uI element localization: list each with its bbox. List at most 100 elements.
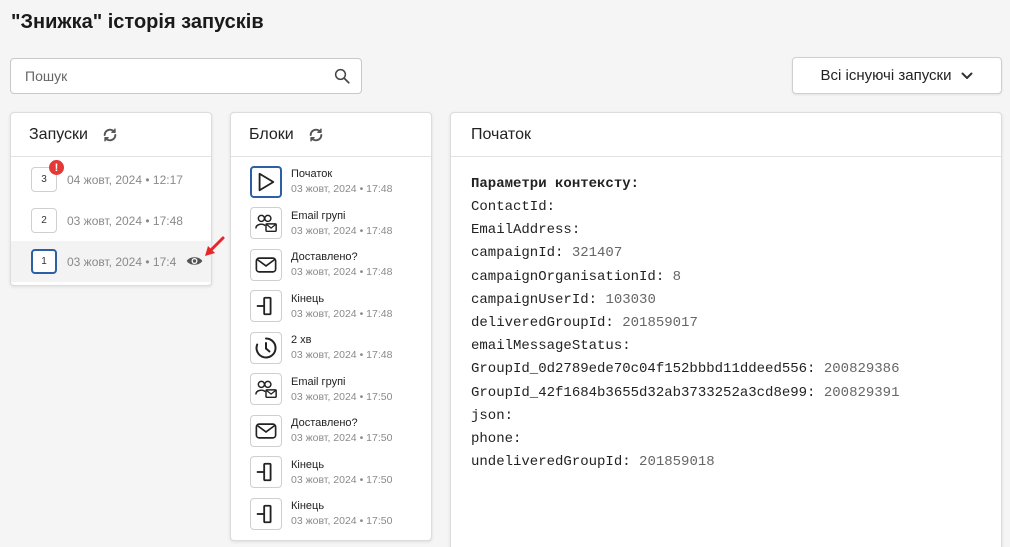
run-number: 3 — [41, 174, 47, 185]
play-icon — [258, 172, 275, 191]
group-email-icon — [255, 380, 277, 399]
context-params: Параметри контексту: ContactId: EmailAdd… — [451, 157, 1001, 490]
block-name: Кінець — [291, 500, 325, 513]
eye-icon[interactable] — [186, 254, 203, 268]
refresh-icon[interactable] — [308, 127, 324, 143]
run-number-badge: 1 — [31, 249, 57, 274]
block-item[interactable]: 2 хв 03 жовт, 2024 • 17:48 — [231, 327, 431, 369]
block-icon-box — [250, 248, 282, 281]
param-key: phone: — [471, 430, 522, 447]
block-icon-box — [250, 456, 282, 489]
block-icon-box — [250, 290, 282, 323]
param-key: undeliveredGroupId: — [471, 454, 631, 471]
details-panel-header: Початок — [451, 113, 1001, 157]
annotation-arrow-icon — [205, 236, 225, 256]
block-name: 2 хв — [291, 334, 312, 347]
run-number-badge: 2 — [31, 208, 57, 233]
refresh-icon[interactable] — [102, 127, 118, 143]
context-param-row: phone: — [471, 428, 981, 451]
block-item[interactable]: Кінець 03 жовт, 2024 • 17:48 — [231, 286, 431, 328]
run-number-badge: 3 ! — [31, 160, 64, 192]
context-param-row: json: — [471, 405, 981, 428]
param-key: campaignId: — [471, 245, 564, 262]
block-date: 03 жовт, 2024 • 17:50 — [291, 390, 393, 403]
context-param-row: EmailAddress: — [471, 219, 981, 242]
context-param-row: undeliveredGroupId: 201859018 — [471, 451, 981, 474]
block-name: Доставлено? — [291, 251, 358, 264]
chevron-down-icon — [961, 72, 973, 79]
block-item[interactable]: Початок 03 жовт, 2024 • 17:48 — [231, 161, 431, 203]
block-name: Доставлено? — [291, 417, 358, 430]
block-name: Email групі — [291, 209, 346, 222]
runs-filter-dropdown[interactable]: Всі існуючі запуски — [792, 57, 1002, 94]
envelope-icon — [255, 257, 277, 273]
block-name: Початок — [291, 168, 333, 181]
context-param-row: campaignUserId: 103030 — [471, 289, 981, 312]
context-param-row: GroupId_42f1684b3655d32ab3733252a3cd8e99… — [471, 382, 981, 405]
block-date: 03 жовт, 2024 • 17:48 — [291, 224, 393, 237]
block-date: 03 жовт, 2024 • 17:50 — [291, 515, 393, 528]
run-date: 04 жовт, 2024 • 12:17 — [67, 172, 183, 187]
block-item[interactable]: Email групі 03 жовт, 2024 • 17:48 — [231, 203, 431, 245]
block-icon-box — [250, 165, 282, 198]
block-name: Email групі — [291, 375, 346, 388]
end-icon — [256, 297, 272, 316]
param-value: 8 — [672, 268, 682, 285]
timer-icon — [255, 337, 277, 359]
run-date: 03 жовт, 2024 • 17:48 — [67, 213, 183, 228]
context-param-row: campaignOrganisationId: 8 — [471, 266, 981, 289]
envelope-icon — [255, 423, 277, 439]
context-param-row: deliveredGroupId: 201859017 — [471, 312, 981, 335]
blocks-panel-header: Блоки — [231, 113, 431, 157]
run-date: 03 жовт, 2024 • 17:4 — [67, 254, 177, 269]
param-value: 201859018 — [639, 454, 715, 471]
param-key: json: — [471, 407, 514, 424]
block-details-panel: Початок Параметри контексту: ContactId: … — [450, 112, 1002, 547]
run-item-active[interactable]: 1 03 жовт, 2024 • 17:4 — [11, 241, 211, 282]
runs-panel-title: Запуски — [29, 125, 88, 143]
context-param-row: emailMessageStatus: — [471, 335, 981, 358]
group-email-icon — [255, 214, 277, 233]
search-input[interactable] — [25, 68, 325, 84]
param-key: campaignUserId: — [471, 291, 598, 308]
block-date: 03 жовт, 2024 • 17:50 — [291, 473, 393, 486]
end-icon — [256, 463, 272, 482]
block-icon-box — [250, 414, 282, 447]
run-item[interactable]: 2 03 жовт, 2024 • 17:48 — [11, 200, 211, 241]
run-number: 2 — [41, 215, 47, 226]
param-key: ContactId: — [471, 199, 556, 215]
run-item[interactable]: 3 ! 04 жовт, 2024 • 12:17 — [11, 159, 211, 200]
param-key: deliveredGroupId: — [471, 314, 614, 331]
context-param-row: GroupId_0d2789ede70c04f152bbbd11ddeed556… — [471, 358, 981, 381]
runs-filter-label: Всі існуючі запуски — [820, 67, 952, 84]
block-icon-box — [250, 207, 282, 240]
block-name: Кінець — [291, 292, 325, 305]
block-date: 03 жовт, 2024 • 17:48 — [291, 349, 393, 362]
alert-icon: ! — [49, 160, 64, 175]
param-value: 200829386 — [823, 361, 900, 378]
block-item[interactable]: Кінець 03 жовт, 2024 • 17:50 — [231, 452, 431, 494]
search-icon[interactable] — [333, 67, 351, 85]
details-panel-title: Початок — [471, 125, 531, 143]
param-key: emailMessageStatus: — [471, 338, 631, 355]
block-item[interactable]: Доставлено? 03 жовт, 2024 • 17:50 — [231, 410, 431, 452]
runs-panel: Запуски 3 ! 04 жовт, 2024 • 12:17 2 03 ж… — [10, 112, 212, 286]
block-item[interactable]: Кінець 03 жовт, 2024 • 17:50 — [231, 493, 431, 535]
block-date: 03 жовт, 2024 • 17:48 — [291, 307, 393, 320]
block-icon-box — [250, 373, 282, 406]
param-value: 200829391 — [823, 384, 900, 401]
block-item[interactable]: Доставлено? 03 жовт, 2024 • 17:48 — [231, 244, 431, 286]
block-name: Кінець — [291, 458, 325, 471]
context-param-row: ContactId: — [471, 196, 981, 219]
param-value: 103030 — [605, 291, 656, 308]
param-value: 201859017 — [622, 314, 698, 331]
page-title: "Знижка" історія запусків — [11, 11, 264, 33]
param-key: GroupId_42f1684b3655d32ab3733252a3cd8e99… — [471, 384, 816, 401]
end-icon — [256, 504, 272, 523]
block-item[interactable]: Email групі 03 жовт, 2024 • 17:50 — [231, 369, 431, 411]
search-box[interactable] — [10, 58, 362, 94]
block-icon-box — [250, 497, 282, 530]
run-number: 1 — [41, 256, 47, 267]
context-param-row: campaignId: 321407 — [471, 242, 981, 265]
param-value: 321407 — [571, 245, 623, 262]
